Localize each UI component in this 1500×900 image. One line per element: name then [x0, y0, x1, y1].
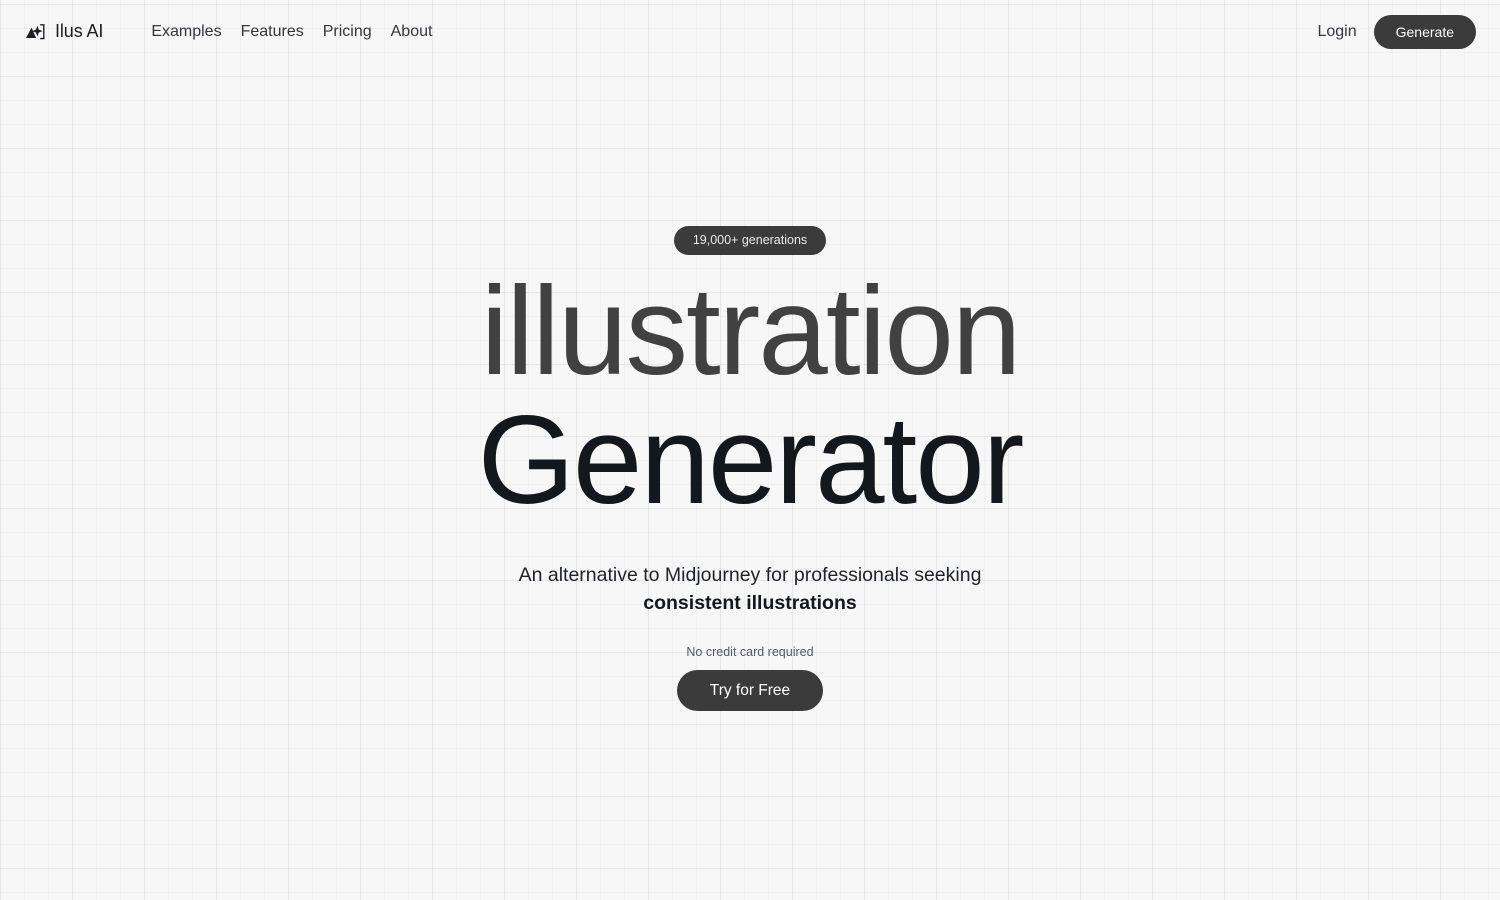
hero-subtitle: An alternative to Midjourney for profess… [519, 561, 982, 618]
brand-name: Ilus AI [55, 21, 104, 41]
hero-subtitle-lead: An alternative to Midjourney for profess… [518, 563, 982, 586]
login-link[interactable]: Login [1317, 23, 1356, 41]
hero-section: 19,000+ generations illustration Generat… [0, 226, 1500, 711]
brand-logo[interactable]: Ilus AI [24, 21, 103, 43]
try-for-free-button[interactable]: Try for Free [676, 669, 824, 711]
hero-subtitle-emphasis: consistent illustrations [643, 591, 857, 614]
nav-item-examples[interactable]: Examples [151, 23, 221, 41]
cta-block: No credit card required Try for Free [676, 645, 824, 711]
nav-item-features[interactable]: Features [241, 23, 304, 41]
nav-item-pricing[interactable]: Pricing [323, 23, 372, 41]
cta-note: No credit card required [686, 645, 814, 660]
page-title-line-1: illustration [480, 261, 1022, 401]
page-title-line-2: Generator [477, 390, 1025, 530]
main-nav: Examples Features Pricing About [151, 23, 432, 41]
page-title: illustration Generator [477, 261, 1025, 530]
site-header: Ilus AI Examples Features Pricing About … [0, 0, 1500, 63]
generations-badge: 19,000+ generations [673, 226, 827, 255]
mountain-sparkle-icon [24, 21, 46, 43]
generate-button[interactable]: Generate [1373, 14, 1476, 49]
header-actions: Login Generate [1317, 14, 1476, 49]
nav-item-about[interactable]: About [391, 23, 433, 41]
landing-page: Ilus AI Examples Features Pricing About … [0, 0, 1500, 900]
